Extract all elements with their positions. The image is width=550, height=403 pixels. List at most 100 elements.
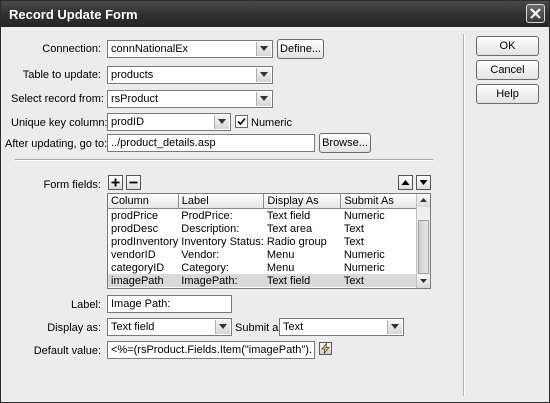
table-cell: categoryID [111, 261, 165, 274]
chevron-down-icon [215, 320, 230, 334]
triangle-down-icon [419, 180, 428, 185]
table-cell: prodInventory [111, 235, 179, 248]
unique-key-value: prodID [111, 116, 145, 128]
move-down-button[interactable] [416, 175, 431, 190]
checkmark-icon [237, 117, 246, 126]
default-value-label: Default value: [33, 345, 101, 357]
table-cell: ProdPrice: [181, 209, 233, 222]
table-cell: Text [343, 222, 364, 235]
scroll-down-button[interactable] [417, 275, 430, 288]
field-label-label: Label: [71, 299, 101, 311]
table-row[interactable]: categoryID Category: Menu Numeric [108, 261, 425, 274]
table-value: products [111, 69, 154, 81]
scroll-thumb[interactable] [418, 220, 429, 274]
numeric-checkbox[interactable] [235, 115, 248, 128]
table-cell: Text field [263, 274, 341, 287]
connection-label: Connection: [42, 43, 101, 55]
display-as-select[interactable]: Text field [107, 318, 232, 336]
table-cell: Text [343, 235, 364, 248]
display-as-value: Text field [111, 321, 155, 333]
close-button[interactable] [526, 4, 545, 23]
grid-header-row: Column Label Display As Submit As [108, 194, 426, 209]
table-cell: Vendor: [181, 248, 220, 261]
column-header-column[interactable]: Column [108, 194, 179, 209]
table-label: Table to update: [22, 69, 101, 81]
plus-icon [111, 178, 120, 187]
ok-button[interactable]: OK [476, 36, 539, 56]
scroll-up-button[interactable] [417, 194, 430, 207]
close-icon [530, 8, 541, 19]
grid-scrollbar[interactable] [416, 194, 430, 288]
column-header-submit-as[interactable]: Submit As [340, 194, 426, 209]
browse-button[interactable]: Browse... [319, 133, 371, 153]
cancel-button[interactable]: Cancel [476, 60, 539, 80]
select-record-label: Select record from: [11, 93, 104, 105]
connection-value: connNationalEx [111, 43, 189, 55]
table-cell: ImagePath: [178, 274, 264, 287]
table-cell: Radio group [266, 235, 327, 248]
define-button[interactable]: Define... [277, 39, 324, 59]
triangle-up-icon [420, 198, 427, 202]
table-cell: Text [340, 274, 425, 287]
table-cell: Numeric [343, 248, 385, 261]
table-select[interactable]: products [107, 66, 273, 84]
after-update-input[interactable]: ../product_details.asp [107, 134, 315, 152]
unique-key-select[interactable]: prodID [107, 113, 231, 131]
table-cell: Menu [266, 261, 295, 274]
table-cell: Text area [266, 222, 313, 235]
form-fields-grid[interactable]: Column Label Display As Submit As prodPr… [107, 193, 431, 289]
numeric-label: Numeric [251, 117, 292, 129]
column-header-display-as[interactable]: Display As [263, 194, 342, 209]
dynamic-data-button[interactable] [319, 342, 332, 355]
triangle-up-icon [401, 180, 410, 185]
title-bar[interactable]: Record Update Form [1, 1, 549, 27]
window-title: Record Update Form [9, 7, 138, 22]
section-divider [15, 159, 433, 161]
after-update-value: ../product_details.asp [111, 137, 216, 149]
display-as-label: Display as: [47, 322, 101, 334]
table-row-selected[interactable]: imagePath ImagePath: Text field Text [108, 274, 425, 287]
table-row[interactable]: prodInventory Inventory Status: Radio gr… [108, 235, 425, 248]
table-cell: Numeric [343, 261, 385, 274]
remove-field-button[interactable] [126, 175, 141, 190]
add-field-button[interactable] [108, 175, 123, 190]
after-update-label: After updating, go to: [5, 138, 108, 150]
default-value-text: <%=(rsProduct.Fields.Item("imagePath").V… [111, 344, 312, 356]
unique-key-label: Unique key column: [11, 117, 108, 129]
table-row[interactable]: prodDesc Description: Text area Text [108, 222, 425, 235]
lightning-bolt-icon [321, 342, 330, 354]
chevron-down-icon [214, 115, 229, 129]
default-value-input[interactable]: <%=(rsProduct.Fields.Item("imagePath").V… [107, 341, 315, 359]
table-row[interactable]: prodPrice ProdPrice: Text field Numeric [108, 209, 425, 223]
connection-select[interactable]: connNationalEx [107, 40, 273, 58]
table-cell: vendorID [111, 248, 156, 261]
select-record-value: rsProduct [111, 93, 159, 105]
table-cell: imagePath [108, 274, 179, 287]
table-cell: Menu [266, 248, 295, 261]
table-cell: Category: [181, 261, 229, 274]
column-header-label[interactable]: Label [178, 194, 265, 209]
record-update-dialog: Record Update Form Connection: connNatio… [0, 0, 550, 403]
triangle-down-icon [420, 279, 427, 283]
submit-as-value: Text [283, 321, 304, 333]
table-cell: Text field [266, 209, 311, 222]
field-label-input[interactable]: Image Path: [107, 295, 232, 313]
help-button[interactable]: Help [476, 84, 539, 104]
minus-icon [129, 181, 138, 184]
table-row[interactable]: vendorID Vendor: Menu Numeric [108, 248, 425, 261]
chevron-down-icon [256, 42, 271, 56]
table-cell: prodDesc [111, 222, 159, 235]
table-cell: prodPrice [111, 209, 159, 222]
select-record-select[interactable]: rsProduct [107, 90, 273, 108]
form-fields-table: Column Label Display As Submit As prodPr… [108, 194, 426, 287]
chevron-down-icon [387, 320, 402, 334]
table-cell: Description: [181, 222, 240, 235]
chevron-down-icon [256, 92, 271, 106]
table-cell: Numeric [343, 209, 385, 222]
field-label-value: Image Path: [111, 298, 171, 310]
vertical-divider [463, 34, 465, 396]
chevron-down-icon [256, 68, 271, 82]
submit-as-select[interactable]: Text [279, 318, 404, 336]
move-up-button[interactable] [398, 175, 413, 190]
form-fields-label: Form fields: [43, 179, 101, 191]
